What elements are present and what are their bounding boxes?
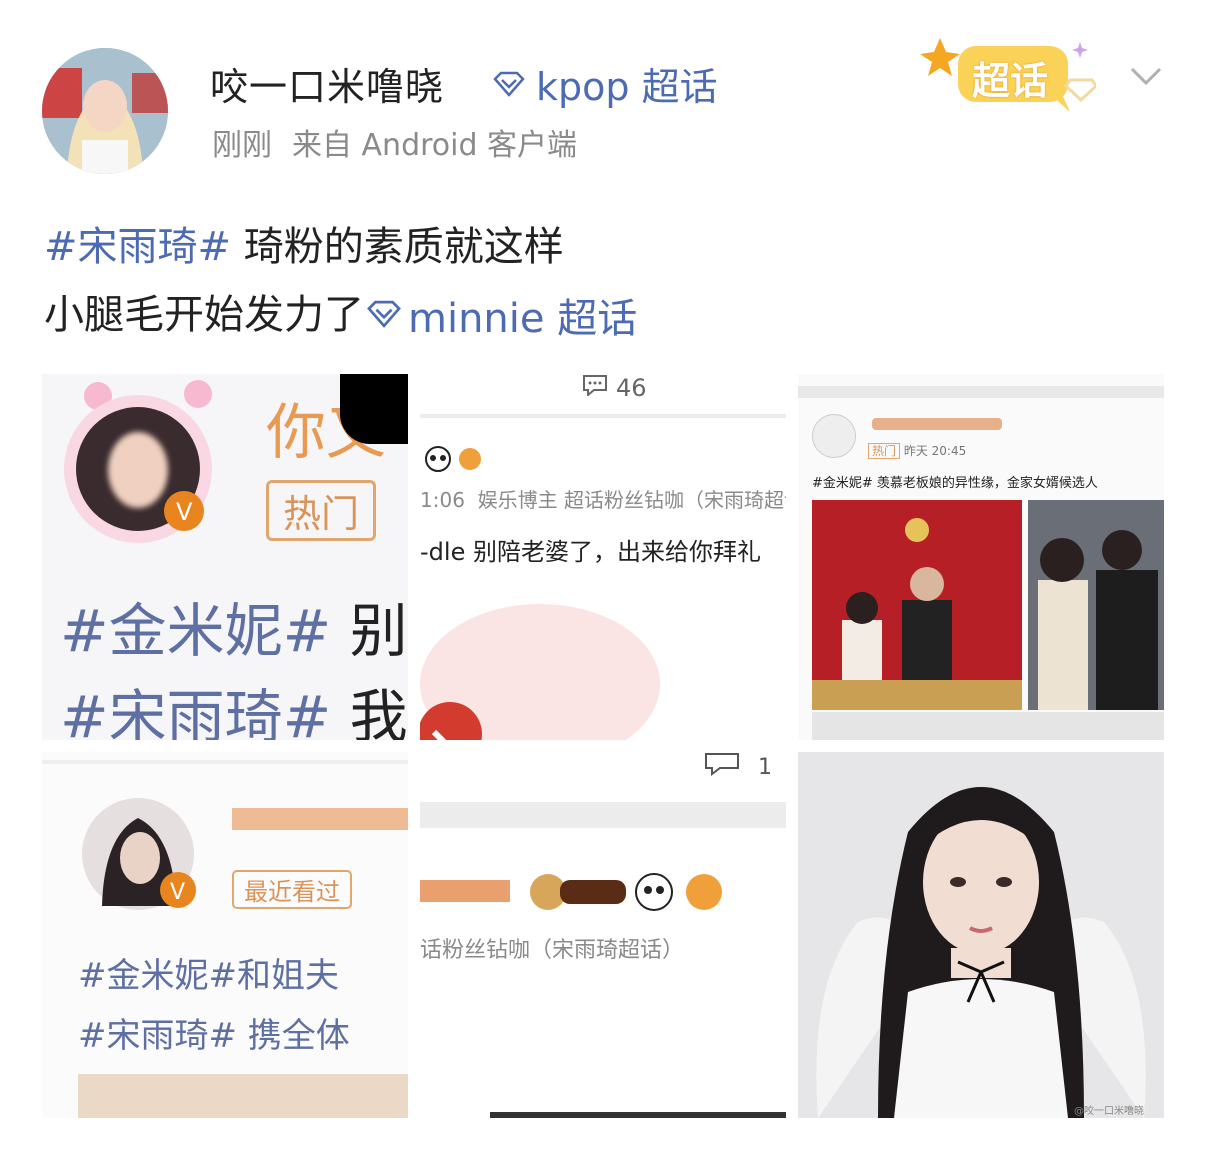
redaction-mark bbox=[340, 374, 408, 444]
topic-link[interactable]: kpop 超话 bbox=[492, 56, 718, 111]
supertopic-badge[interactable]: 超话 bbox=[920, 34, 1098, 116]
image-text: #宋雨琦# 携全体 bbox=[78, 1016, 350, 1056]
diamond-icon bbox=[492, 62, 526, 106]
badge-label: 超话 bbox=[972, 59, 1049, 103]
avatar bbox=[812, 414, 856, 458]
hashtag-link[interactable]: #宋雨琦# bbox=[44, 224, 231, 270]
hot-tag: 热门 bbox=[266, 480, 377, 541]
watermark: @咬一口米噜晓 bbox=[1074, 1106, 1144, 1117]
image-text: #金米妮# 羡慕老板娘的异性缘，金家女婿候选人 bbox=[812, 476, 1098, 491]
divider bbox=[420, 414, 786, 418]
post-source: 来自 Android 客户端 bbox=[292, 128, 578, 163]
image-fragment bbox=[78, 1074, 408, 1118]
blurred-name bbox=[872, 418, 1002, 430]
post-text-line2: 小腿毛开始发力了 minnie 超话 bbox=[44, 282, 637, 344]
svg-text:V: V bbox=[170, 880, 185, 905]
post-text: 琦粉的素质就这样 bbox=[231, 224, 564, 270]
topic-link-label: kpop 超话 bbox=[536, 65, 718, 109]
comment-icon bbox=[704, 752, 740, 782]
avatar[interactable] bbox=[42, 48, 168, 174]
svg-text:V: V bbox=[176, 498, 193, 526]
username[interactable]: 咬一口米噜晓 bbox=[210, 56, 444, 111]
panda-icon bbox=[424, 444, 488, 478]
post-text: 小腿毛开始发力了 bbox=[44, 292, 364, 338]
post-image-6[interactable]: @咬一口米噜晓 bbox=[798, 752, 1164, 1118]
chevron-down-icon[interactable] bbox=[1128, 58, 1164, 94]
image-text: #金米妮# 别 bbox=[60, 597, 408, 665]
diamond-icon bbox=[364, 292, 404, 338]
divider bbox=[42, 760, 408, 764]
comment-count: 46 bbox=[582, 374, 647, 402]
image-meta: 话粉丝钻咖（宋雨琦超话） bbox=[420, 938, 685, 963]
blurred-name bbox=[232, 808, 408, 830]
divider bbox=[420, 802, 786, 828]
post-text-line1: #宋雨琦# 琦粉的素质就这样 bbox=[44, 214, 564, 272]
post-time: 刚刚 bbox=[212, 128, 272, 163]
recent-tag: 最近看过 bbox=[232, 870, 352, 909]
inline-topic-label: minnie 超话 bbox=[408, 296, 638, 342]
divider bbox=[490, 1112, 786, 1118]
post-image-4[interactable]: V 最近看过 #金米妮#和姐夫 #宋雨琦# 携全体 bbox=[42, 752, 408, 1118]
image-text: -dle 别陪老婆了，出来给你拜礼 bbox=[420, 538, 761, 566]
post-image-1[interactable]: V 你叉 热门 #金米妮# 别 #宋雨琦# 我 bbox=[42, 374, 408, 740]
comment-count: 1 bbox=[704, 752, 772, 782]
image-text: #宋雨琦# 我 bbox=[60, 683, 408, 740]
post-image-3[interactable]: 热门 昨天 20:45 #金米妮# 羡慕老板娘的异性缘，金家女婿候选人 bbox=[798, 374, 1164, 740]
post-meta: 刚刚 来自 Android 客户端 bbox=[212, 120, 597, 164]
image-text: #金米妮#和姐夫 bbox=[78, 956, 339, 996]
image-meta: 1:06 娱乐博主 超话粉丝钻咖（宋雨琦超话 bbox=[420, 488, 786, 512]
divider bbox=[798, 386, 1164, 398]
inline-topic-link[interactable]: minnie 超话 bbox=[364, 286, 637, 344]
post-image-2[interactable]: 46 1:06 娱乐博主 超话粉丝钻咖（宋雨琦超话 -dle 别陪老婆了，出来给… bbox=[420, 374, 786, 740]
image-meta: 热门 昨天 20:45 bbox=[868, 442, 966, 459]
post-image-5[interactable]: 1 话粉丝钻咖（宋雨琦超话） bbox=[420, 752, 786, 1118]
comment-icon bbox=[582, 374, 608, 402]
